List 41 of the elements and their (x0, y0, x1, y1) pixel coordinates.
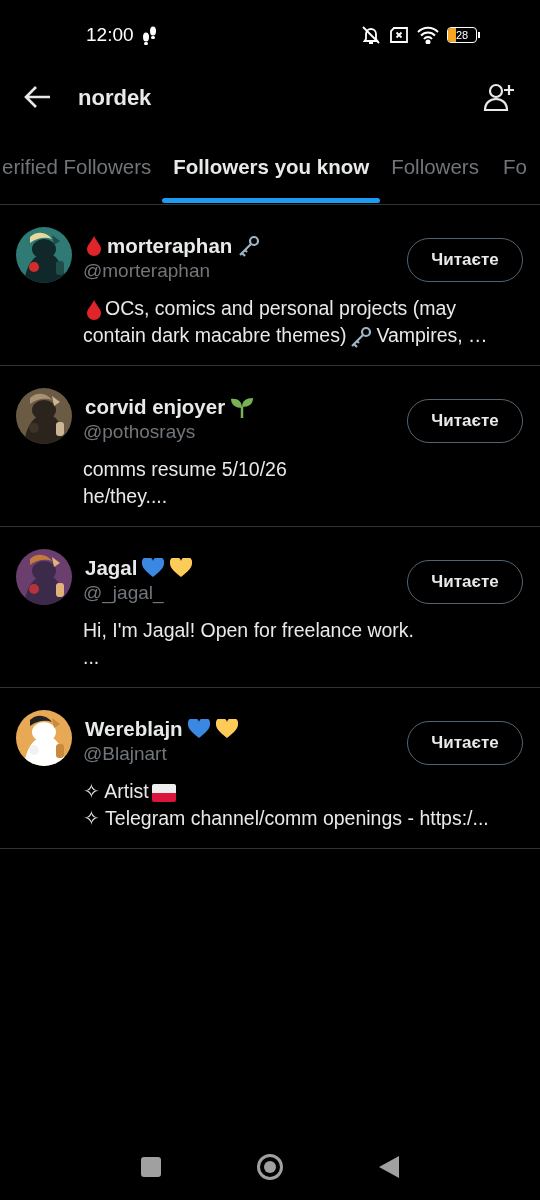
status-time: 12:00 (86, 22, 134, 47)
user-name[interactable]: Wereblajn (85, 713, 183, 745)
add-user-button[interactable] (482, 82, 516, 112)
muted-bell-icon (361, 25, 381, 45)
drop-icon (86, 299, 102, 320)
heart-icon (187, 719, 210, 739)
bio-text: ✧ Telegram channel/comm openings - https:/... (83, 807, 489, 829)
wifi-icon (417, 26, 439, 44)
tab[interactable]: Followers (380, 156, 490, 202)
key-icon (237, 235, 262, 257)
user-handle: @morteraphan (83, 259, 212, 283)
key-icon (349, 325, 374, 348)
tab[interactable]: Fo (491, 156, 538, 202)
bio-text: Hi, I'm Jagal! Open for freelance work. (83, 619, 415, 641)
sim-card-icon (389, 26, 409, 44)
bio-text: OCs, comics and personal projects (may (105, 297, 457, 319)
user-handle: @Blajnart (83, 742, 168, 766)
user-name[interactable]: Jagal (85, 552, 138, 584)
tab[interactable]: erified Followers (0, 156, 163, 202)
bio-text: he/they.... (83, 485, 168, 507)
heart-icon (215, 719, 238, 739)
bio-text: comms resume 5/10/26 (83, 458, 287, 480)
bio-text: ... (83, 646, 100, 668)
drop-icon (86, 236, 102, 256)
user-name[interactable]: morteraphan (107, 230, 233, 262)
back-nav-button[interactable] (379, 1156, 399, 1178)
heart-icon (142, 558, 165, 578)
flag-icon (151, 783, 176, 802)
header-title: nordek (78, 83, 152, 112)
footsteps-icon (141, 25, 158, 45)
bio-text: Vampires, … (376, 324, 488, 346)
bio-text: contain dark macabre themes) (83, 324, 347, 346)
heart-icon (170, 558, 193, 578)
user-name[interactable]: corvid enjoyer (85, 391, 226, 423)
tab[interactable]: Followers you know (162, 156, 381, 202)
battery-icon: 28 (447, 27, 480, 43)
sprout-icon (230, 395, 255, 419)
home-button[interactable] (257, 1154, 283, 1180)
user-handle: @_jagal_ (83, 581, 165, 605)
user-handle: @pothosrays (83, 420, 197, 444)
bio-text: ✧ Artist (83, 780, 149, 802)
